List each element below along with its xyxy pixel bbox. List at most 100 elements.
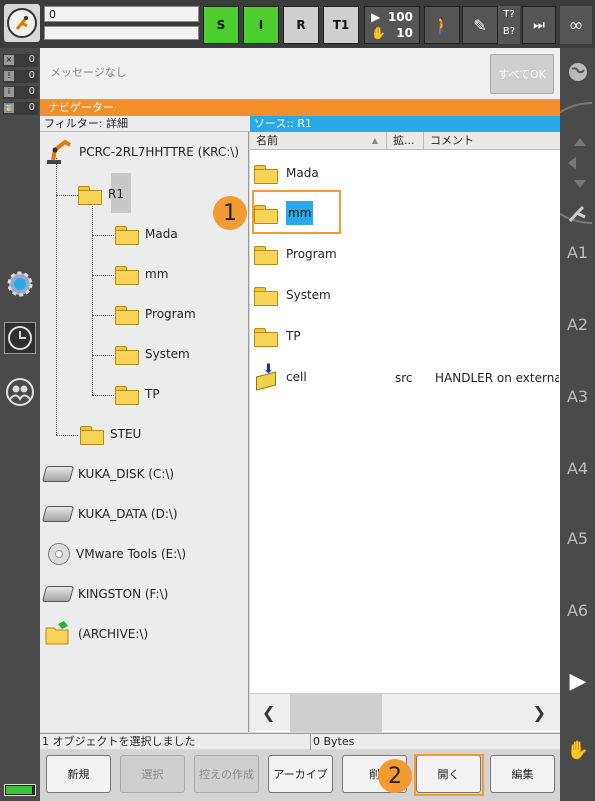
archive-folder-icon [44, 620, 72, 649]
step-marker-2: 2 [378, 759, 412, 793]
duplicate-button[interactable]: 控えの作成 [194, 755, 259, 793]
axis-a2-label[interactable]: A2 [560, 315, 595, 334]
archive-button[interactable]: アーカイブ [268, 755, 333, 793]
tree-node-kingston[interactable]: KINGSTON (F:\) [41, 580, 168, 608]
ack-message-counter[interactable]: × 0 [3, 54, 38, 67]
program-override: 100 [387, 10, 413, 24]
size-status: 0 Bytes [310, 734, 560, 750]
battery-icon [4, 784, 36, 796]
gear-refresh-icon[interactable] [4, 268, 36, 300]
tree-node-system[interactable]: System [115, 340, 190, 368]
tree-node-vmware-tools[interactable]: VMware Tools (E:\) [48, 540, 186, 568]
submit-interpreter-status[interactable]: S [203, 6, 239, 44]
folder-icon [254, 244, 278, 265]
list-item-system[interactable]: System [254, 281, 331, 309]
globe-icon[interactable] [562, 56, 594, 88]
axis-a4-label[interactable]: A4 [560, 459, 595, 478]
tree-node-kuka-data[interactable]: KUKA_DATA (D:\) [41, 500, 178, 528]
select-button[interactable]: 選択 [120, 755, 185, 793]
run-mode-icon[interactable]: ⏭ [522, 6, 556, 44]
tool-base-indicator[interactable]: T? B? [498, 6, 520, 44]
folder-icon [78, 184, 102, 205]
drives-status[interactable]: I [243, 6, 279, 44]
hand-jog-icon[interactable]: ✋ [562, 734, 594, 766]
walking-man-icon[interactable]: 🚶 [424, 6, 460, 44]
main-menu-button[interactable] [4, 4, 40, 42]
state-message-counter[interactable]: ! 0 [3, 70, 38, 83]
tree-connector [92, 235, 114, 236]
usb-drive-icon [41, 586, 75, 602]
tree-node-archive[interactable]: (ARCHIVE:\) [44, 620, 148, 648]
cd-drive-icon [48, 543, 70, 565]
tree-connector [92, 395, 114, 396]
tree-node-mada[interactable]: Mada [115, 220, 178, 248]
tree-node-program[interactable]: Program [115, 300, 196, 328]
axis-a6-label[interactable]: A6 [560, 601, 595, 620]
tree-node-root[interactable]: PCRC-2RL7HHTTRE (KRC:\) [43, 138, 239, 166]
selection-status: 1 オブジェクトを選択しました [42, 735, 196, 748]
play-icon: ▶ [371, 10, 381, 24]
robot-interpreter-status[interactable]: R [283, 6, 319, 44]
filter-label[interactable]: フィルター: 詳細 [40, 116, 250, 132]
folder-icon [80, 424, 104, 445]
hand-icon: ✋ [371, 26, 386, 40]
scroll-left-icon[interactable]: ❮ [262, 703, 275, 722]
robot-logo-icon [7, 8, 37, 38]
edit-button[interactable]: 編集 [490, 755, 555, 793]
sort-arrow-icon: ▲ [371, 136, 378, 145]
scrollbar-thumb[interactable] [290, 694, 382, 732]
program-progress [44, 26, 199, 40]
tree-connector [92, 355, 114, 356]
column-header-name[interactable]: 名前 ▲ [250, 132, 387, 150]
operating-mode[interactable]: T1 [323, 6, 359, 44]
override-status[interactable]: ▶ 100 ✋ 10 [364, 6, 420, 44]
tree-connector [56, 435, 78, 436]
hard-drive-icon [41, 466, 75, 482]
tree-connector [92, 275, 114, 276]
info-message-counter[interactable]: i0 [3, 86, 38, 99]
scroll-right-icon[interactable]: ❯ [533, 703, 546, 722]
folder-icon [115, 224, 139, 245]
list-item-mada[interactable]: Mada [254, 159, 319, 187]
wait-message-counter[interactable]: ⌛ 0 [3, 102, 38, 115]
hard-drive-icon [41, 506, 75, 522]
start-play-icon[interactable]: ▶ [562, 665, 594, 697]
robot-arm-icon [43, 136, 73, 169]
message-window: メッセージなし すべてOK [40, 48, 560, 100]
horizontal-scrollbar[interactable]: ❮ ❯ [250, 693, 560, 732]
source-label: ソース:: R1 [250, 116, 560, 132]
all-ok-button[interactable]: すべてOK [490, 54, 554, 94]
highlight-mm-folder [252, 190, 341, 234]
cell-extension: src [395, 371, 413, 385]
axis-a3-label[interactable]: A3 [560, 387, 595, 406]
folder-icon [115, 384, 139, 405]
column-header-ext[interactable]: 拡... [387, 132, 424, 150]
jog-tool-icon[interactable] [562, 198, 594, 230]
right-strip: A1 A2 A3 A4 A5 A6 ▶ ✋ [531, 48, 595, 801]
axis-a1-label[interactable]: A1 [560, 243, 595, 262]
tree-node-tp[interactable]: TP [115, 380, 160, 408]
tree-node-r1[interactable]: R1 [78, 180, 124, 208]
program-status: 0 [44, 6, 199, 44]
tool-icon[interactable]: ✎ [462, 6, 498, 44]
folder-icon [115, 304, 139, 325]
tree-node-steu[interactable]: STEU [80, 420, 141, 448]
tree-node-mm[interactable]: mm [115, 260, 168, 288]
folder-icon [254, 163, 278, 184]
axis-a5-label[interactable]: A5 [560, 529, 595, 548]
new-button[interactable]: 新規 [46, 755, 111, 793]
tree-node-kuka-disk[interactable]: KUKA_DISK (C:\) [41, 460, 174, 488]
column-header-comment[interactable]: コメント [424, 132, 560, 150]
source-file-icon [254, 362, 278, 388]
tree-connector [56, 195, 78, 196]
incremental-jog[interactable]: ∞ [560, 6, 592, 44]
user-group-icon[interactable] [4, 376, 36, 408]
folder-icon [254, 285, 278, 306]
tree-connector [92, 315, 114, 316]
list-item-program[interactable]: Program [254, 240, 337, 268]
message-text: メッセージなし [50, 66, 127, 79]
list-item-tp[interactable]: TP [254, 322, 301, 350]
tree-connector [56, 158, 57, 435]
clock-icon[interactable] [4, 322, 36, 354]
left-strip: × 0 ! 0 i0 ⌛ 0 [0, 48, 40, 801]
